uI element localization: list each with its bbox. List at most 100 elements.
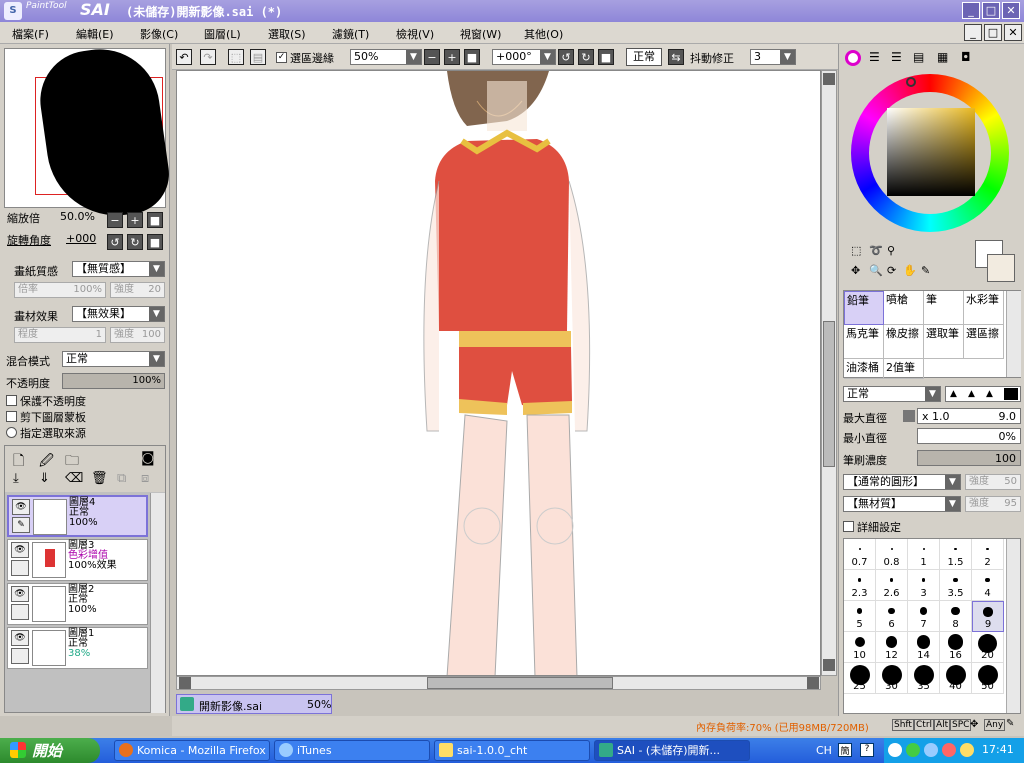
brush-size-cell[interactable]: 25 <box>844 663 876 694</box>
menu-edit[interactable]: 編輯(E) <box>76 26 114 42</box>
toolbar-zoom-reset-button[interactable]: ■ <box>464 49 480 65</box>
rotate-icon[interactable]: ⟳ <box>887 264 896 277</box>
secondary-color-swatch[interactable] <box>987 254 1015 282</box>
deselect-button[interactable]: ⬚ <box>228 49 244 65</box>
layer-scrollbar[interactable] <box>150 493 165 713</box>
zoom-select[interactable]: 50% ▼ <box>350 49 422 65</box>
tool-watercolor[interactable]: 水彩筆 <box>964 291 1004 325</box>
copy-layer-icon[interactable]: ⧉ <box>117 471 126 486</box>
zoom-out-button[interactable]: − <box>107 212 123 228</box>
rect-select-icon[interactable]: ⬚ <box>851 244 861 257</box>
brush-size-cell[interactable]: 6 <box>876 601 908 632</box>
key-shift[interactable]: Shft <box>892 719 914 731</box>
brush-size-cell[interactable]: 3.5 <box>940 570 972 601</box>
invert-selection-button[interactable]: ▤ <box>250 49 266 65</box>
brush-size-cell[interactable]: 0.8 <box>876 539 908 570</box>
menu-select[interactable]: 選取(S) <box>268 26 306 42</box>
color-mix-icon[interactable]: ▤ <box>913 50 924 64</box>
toolbar-rotate-left-button[interactable]: ↺ <box>558 49 574 65</box>
protect-opacity-checkbox[interactable] <box>6 395 17 406</box>
color-wheel[interactable] <box>851 74 1009 232</box>
move-key-icon[interactable]: ✥ <box>970 719 978 730</box>
lock-checkbox[interactable] <box>11 560 29 576</box>
zoom-value[interactable]: 50.0% <box>60 210 95 223</box>
brush-size-cell[interactable]: 35 <box>908 663 940 694</box>
flip-button[interactable]: ⇆ <box>668 49 684 65</box>
edge-medium-icon[interactable]: ▲ <box>968 389 975 399</box>
tool-airbrush[interactable]: 噴槍 <box>884 291 924 325</box>
magic-wand-icon[interactable]: ⚲ <box>887 244 895 257</box>
merge-down-icon[interactable]: ⇓ <box>39 471 50 486</box>
layer-row[interactable]: 👁 圖層3 色彩增值 100%效果 <box>7 539 148 581</box>
layer-row[interactable]: 👁 圖層1 正常 38% <box>7 627 148 669</box>
zoom-icon[interactable]: 🔍 <box>869 264 883 277</box>
brush-size-cell[interactable]: 5 <box>844 601 876 632</box>
layer-row[interactable]: 👁 ✎ 圖層4 正常 100% <box>7 495 148 537</box>
rotate-value[interactable]: +000 <box>66 232 96 245</box>
brush-blend-select[interactable]: 正常 ▼ <box>843 386 941 402</box>
brush-size-cell[interactable]: 0.7 <box>844 539 876 570</box>
minimize-button[interactable]: _ <box>962 2 980 19</box>
tray-itunes-icon[interactable] <box>924 743 938 757</box>
brush-texture-select[interactable]: 【無材質】 ▼ <box>843 496 961 512</box>
edge-flat-icon[interactable] <box>1004 388 1018 400</box>
scroll-down-icon[interactable] <box>823 659 835 671</box>
brush-size-cell[interactable]: 16 <box>940 632 972 663</box>
eyedropper-icon[interactable]: ✎ <box>921 264 930 277</box>
brush-size-cell[interactable]: 9 <box>972 601 1004 632</box>
view-mode-button[interactable]: 正常 <box>626 48 662 66</box>
tray-network-icon[interactable] <box>906 743 920 757</box>
brush-size-cell[interactable]: 2.6 <box>876 570 908 601</box>
size-grid-scrollbar[interactable] <box>1006 539 1020 713</box>
task-folder[interactable]: sai-1.0.0_cht <box>434 740 590 761</box>
toolbar-zoom-out-button[interactable]: − <box>424 49 440 65</box>
color-wheel-icon[interactable] <box>845 50 861 66</box>
brush-size-cell[interactable]: 4 <box>972 570 1004 601</box>
brush-size-cell[interactable]: 8 <box>940 601 972 632</box>
hsv-slider-icon[interactable]: ☰ <box>891 50 902 64</box>
ime-icon[interactable]: 簡 <box>838 743 852 757</box>
menu-view[interactable]: 檢視(V) <box>396 26 434 42</box>
brush-edge-selector[interactable]: ▲ ▲ ▲ <box>945 386 1021 402</box>
tray-expand-icon[interactable] <box>888 743 902 757</box>
brush-size-cell[interactable]: 7 <box>908 601 940 632</box>
density-slider[interactable]: 100 <box>917 450 1021 466</box>
paper-texture-select[interactable]: 【無質感】 ▼ <box>72 261 165 277</box>
menu-other[interactable]: 其他(O) <box>524 26 563 42</box>
tool-bucket[interactable]: 油漆桶 <box>844 359 884 379</box>
swatches-icon[interactable]: ▦ <box>937 50 948 64</box>
angle-select[interactable]: +000° ▼ <box>492 49 556 65</box>
doc-restore-button[interactable]: □ <box>984 24 1002 41</box>
brush-shape-select[interactable]: 【通常的圓形】 ▼ <box>843 474 961 490</box>
help-icon[interactable]: ? <box>860 743 874 757</box>
menu-window[interactable]: 視窗(W) <box>460 26 501 42</box>
scroll-right-icon[interactable] <box>807 677 819 689</box>
tray-alert-icon[interactable] <box>942 743 956 757</box>
eye-icon[interactable]: 👁 <box>11 630 29 646</box>
tool-select-pen[interactable]: 選取筆 <box>924 325 964 359</box>
key-ctrl[interactable]: Ctrl <box>914 719 935 731</box>
opacity-slider[interactable]: 100% <box>62 373 165 389</box>
selection-source-radio[interactable] <box>6 427 17 438</box>
eye-icon[interactable]: 👁 <box>11 542 29 558</box>
horizontal-scrollbar[interactable] <box>176 676 821 690</box>
zoom-in-button[interactable]: + <box>127 212 143 228</box>
lock-checkbox[interactable] <box>11 648 29 664</box>
menu-image[interactable]: 影像(C) <box>140 26 178 42</box>
toolbar-rotate-right-button[interactable]: ↻ <box>578 49 594 65</box>
hand-icon[interactable]: ✋ <box>903 264 917 277</box>
merge-icon[interactable]: ⧈ <box>141 471 149 486</box>
vertical-scrollbar[interactable] <box>821 70 837 676</box>
tool-marker[interactable]: 馬克筆 <box>844 325 884 359</box>
menu-file[interactable]: 檔案(F) <box>12 26 49 42</box>
edge-soft-icon[interactable]: ▲ <box>986 389 993 399</box>
redo-button[interactable]: ↷ <box>200 49 216 65</box>
key-alt[interactable]: Alt <box>934 719 951 731</box>
tool-select-eraser[interactable]: 選區擦 <box>964 325 1004 359</box>
rotate-right-button[interactable]: ↻ <box>127 234 143 250</box>
key-space[interactable]: SPC <box>950 719 972 731</box>
max-size-dropdown[interactable] <box>903 410 915 422</box>
tool-pencil[interactable]: 鉛筆 <box>844 291 884 325</box>
layer-row[interactable]: 👁 圖層2 正常 100% <box>7 583 148 625</box>
brush-size-cell[interactable]: 2.3 <box>844 570 876 601</box>
